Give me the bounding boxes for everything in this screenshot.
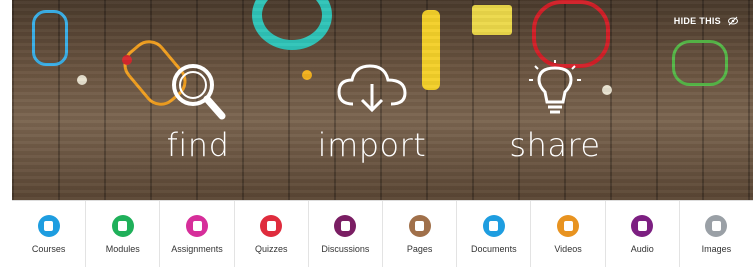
icon-glyph [266, 220, 276, 231]
commons-banner: HIDE THIS find import share Courses Modu… [0, 0, 753, 267]
modules-icon [111, 214, 134, 237]
share-action[interactable]: share [495, 60, 615, 164]
icon-glyph [637, 220, 647, 231]
content-type-images[interactable]: Images [680, 201, 753, 267]
content-type-label: Discussions [321, 243, 370, 254]
icon-glyph [415, 220, 425, 231]
content-type-label: Images [701, 243, 732, 254]
tape-roll-decoration [252, 0, 332, 50]
clip-decoration [532, 0, 610, 68]
content-type-quizzes[interactable]: Quizzes [235, 201, 309, 267]
icon-glyph [192, 220, 202, 231]
find-label: find [166, 126, 230, 164]
hero-banner: HIDE THIS find import share [12, 0, 753, 200]
content-type-documents[interactable]: Documents [457, 201, 532, 267]
discussion-icon [334, 214, 357, 237]
content-type-audio[interactable]: Audio [606, 201, 680, 267]
icon-glyph [563, 220, 573, 231]
content-type-courses[interactable]: Courses [12, 201, 87, 267]
import-action[interactable]: import [312, 60, 432, 164]
audio-icon [631, 214, 654, 237]
lightbulb-icon [529, 60, 581, 114]
share-label: share [509, 126, 601, 164]
content-type-discussions[interactable]: Discussions [309, 201, 384, 267]
icon-glyph [118, 220, 128, 231]
content-type-pages[interactable]: Pages [383, 201, 458, 267]
note-decoration [472, 5, 512, 35]
clip-decoration [32, 10, 68, 66]
clip-decoration [672, 40, 728, 86]
page-icon [408, 214, 431, 237]
content-type-label: Pages [406, 243, 433, 254]
icon-glyph [44, 220, 54, 231]
pin-decoration [302, 70, 312, 80]
image-icon [705, 214, 728, 237]
assignment-icon [186, 214, 208, 237]
video-icon [557, 214, 580, 237]
course-icon [37, 214, 60, 237]
eye-slash-icon [728, 16, 738, 26]
content-type-label: Courses [31, 243, 66, 254]
icon-glyph [711, 220, 721, 231]
icon-glyph [340, 220, 350, 231]
magnifier-icon [172, 64, 226, 120]
content-type-label: Documents [471, 243, 517, 254]
content-type-label: Audio [630, 243, 654, 254]
content-type-label: Modules [105, 243, 140, 254]
cloud-download-icon [337, 64, 407, 113]
content-type-label: Quizzes [254, 243, 288, 254]
pin-decoration [77, 75, 87, 85]
content-type-bar: Courses Modules Assignments Quizzes Discussi… [12, 200, 753, 267]
pin-decoration [122, 55, 132, 65]
icon-glyph [489, 220, 499, 231]
content-type-modules[interactable]: Modules [86, 201, 161, 267]
content-type-label: Videos [554, 243, 582, 254]
hide-label: HIDE THIS [673, 16, 721, 26]
find-action[interactable]: find [138, 60, 258, 164]
content-type-videos[interactable]: Videos [531, 201, 606, 267]
quiz-icon [260, 214, 283, 237]
content-type-label: Assignments [171, 243, 223, 254]
content-type-assignments[interactable]: Assignments [160, 201, 235, 267]
document-icon [482, 214, 505, 237]
import-label: import [317, 126, 427, 164]
hide-banner-button[interactable]: HIDE THIS [674, 15, 739, 27]
